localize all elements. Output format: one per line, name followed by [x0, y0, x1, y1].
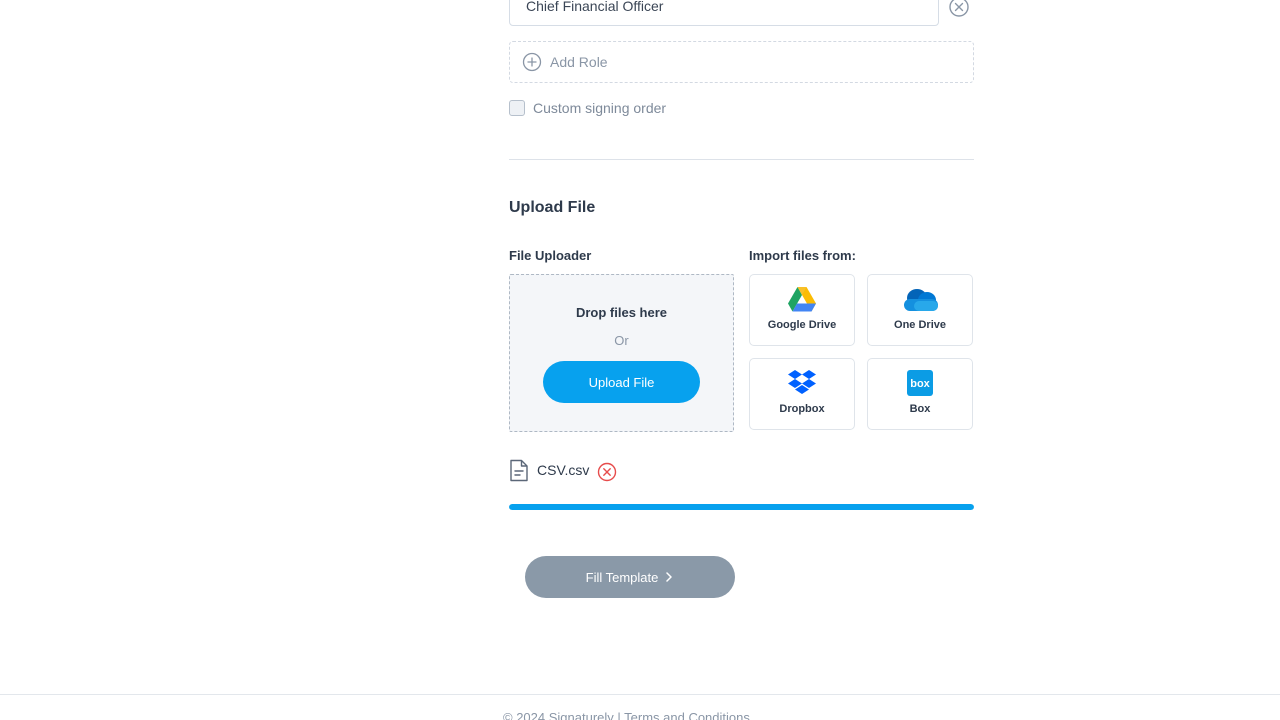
footer-copyright: © 2024 Signaturely |	[503, 710, 621, 720]
role-input-value: Chief Financial Officer	[526, 0, 664, 14]
checkbox-box[interactable]	[509, 100, 525, 116]
role-input[interactable]: Chief Financial Officer	[509, 0, 939, 26]
import-files-label: Import files from:	[749, 248, 856, 263]
google-drive-button[interactable]: Google Drive	[749, 274, 855, 346]
remove-role-icon[interactable]	[948, 0, 970, 18]
fill-template-label: Fill Template	[585, 569, 659, 585]
box-button[interactable]: box Box	[867, 358, 973, 430]
file-icon	[510, 459, 528, 481]
box-label: Box	[909, 403, 931, 415]
box-icon: box	[907, 370, 933, 396]
add-role-button[interactable]: Add Role	[509, 41, 974, 83]
section-divider	[509, 159, 974, 160]
file-name: CSV.csv	[537, 462, 590, 478]
one-drive-label: One Drive	[894, 319, 946, 331]
drop-files-text: Drop files here	[575, 305, 668, 320]
dropbox-button[interactable]: Dropbox	[749, 358, 855, 430]
google-drive-icon	[788, 286, 816, 311]
plus-circle-icon	[522, 52, 542, 72]
or-text: Or	[614, 333, 629, 348]
dropbox-label: Dropbox	[779, 403, 825, 415]
fill-template-button[interactable]: Fill Template	[525, 556, 735, 598]
upload-file-button[interactable]: Upload File	[543, 361, 700, 403]
svg-text:box: box	[910, 378, 930, 390]
upload-progress-bar	[509, 504, 974, 510]
file-dropzone[interactable]: Drop files here Or Upload File	[509, 274, 734, 432]
one-drive-button[interactable]: One Drive	[867, 274, 973, 346]
onedrive-icon	[904, 289, 938, 311]
uploaded-file-row: CSV.csv	[509, 458, 617, 482]
dropbox-icon	[788, 370, 816, 394]
add-role-label: Add Role	[550, 54, 608, 70]
remove-file-icon[interactable]	[597, 462, 617, 482]
custom-signing-order-checkbox[interactable]: Custom signing order	[509, 100, 666, 116]
upload-section-title: Upload File	[509, 199, 596, 216]
google-drive-label: Google Drive	[767, 319, 837, 331]
file-uploader-label: File Uploader	[509, 248, 592, 263]
chevron-right-icon	[666, 572, 673, 582]
custom-signing-order-label: Custom signing order	[533, 100, 667, 116]
upload-progress-fill	[509, 504, 974, 510]
footer: © 2024 Signaturely | Terms and Condition…	[503, 710, 750, 720]
footer-divider	[0, 694, 1280, 695]
terms-link[interactable]: Terms and Conditions	[624, 710, 750, 720]
